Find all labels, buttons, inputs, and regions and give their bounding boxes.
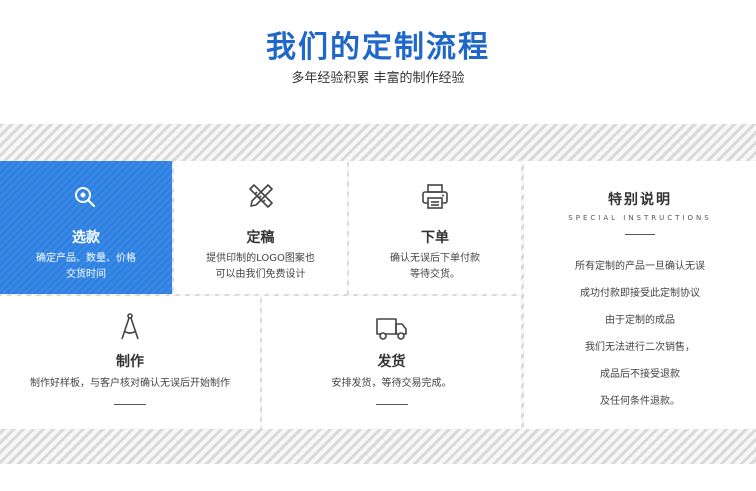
step-desc-line: 确认无误后下单付款 (390, 253, 480, 264)
step-desc-line: 等待交货。 (410, 269, 460, 280)
step-card-finalize[interactable]: 定稿 提供印制的LOGO图案也 可以由我们免费设计 (174, 161, 347, 294)
step-title: 下单 (421, 230, 449, 246)
step-card-order[interactable]: 下单 确认无误后下单付款 等待交货。 (349, 161, 521, 294)
divider-line (625, 234, 655, 235)
step-desc-line: 提供印制的LOGO图案也 (206, 253, 315, 264)
special-line: 成功付款即接受此定制协议 (580, 288, 700, 299)
special-title: 特别说明 (608, 192, 672, 208)
step-card-select[interactable]: 选款 确定产品、数量、价格 交货时间 (0, 161, 172, 294)
step-title: 选款 (72, 230, 100, 246)
pencil-ruler-icon (248, 184, 273, 208)
step-title: 制作 (116, 354, 144, 370)
special-line: 成品后不接受退款 (600, 369, 680, 380)
step-desc-line: 交货时间 (66, 269, 106, 280)
truck-icon (375, 318, 407, 340)
search-icon (75, 187, 96, 208)
special-instructions-panel: 特别说明 SPECIAL INSTRUCTIONS 所有定制的产品一旦确认无误 … (524, 161, 756, 429)
printer-icon (422, 184, 448, 209)
step-desc-line: 确定产品、数量、价格 (36, 253, 136, 264)
step-desc-line: 可以由我们免费设计 (215, 269, 306, 280)
special-line: 由于定制的成品 (605, 315, 675, 326)
divider-line (114, 404, 146, 405)
special-line: 及任何条件退款。 (600, 396, 680, 407)
step-desc-line: 安排发货，等待交易完成。 (331, 378, 452, 389)
step-card-ship[interactable]: 发货 安排发货，等待交易完成。 (262, 296, 521, 429)
page-title: 我们的定制流程 (266, 30, 490, 65)
special-subtitle: SPECIAL INSTRUCTIONS (568, 214, 712, 222)
divider-line (375, 404, 408, 405)
compass-icon (121, 313, 139, 340)
special-line: 所有定制的产品一旦确认无误 (575, 261, 705, 272)
step-title: 发货 (377, 354, 406, 370)
step-title: 定稿 (246, 230, 275, 246)
step-card-produce[interactable]: 制作 制作好样板，与客户核对确认无误后开始制作 (0, 296, 260, 429)
step-desc-line: 制作好样板，与客户核对确认无误后开始制作 (30, 378, 230, 389)
special-line: 我们无法进行二次销售， (585, 342, 695, 353)
page-subtitle: 多年经验积累 丰富的制作经验 (291, 71, 465, 86)
